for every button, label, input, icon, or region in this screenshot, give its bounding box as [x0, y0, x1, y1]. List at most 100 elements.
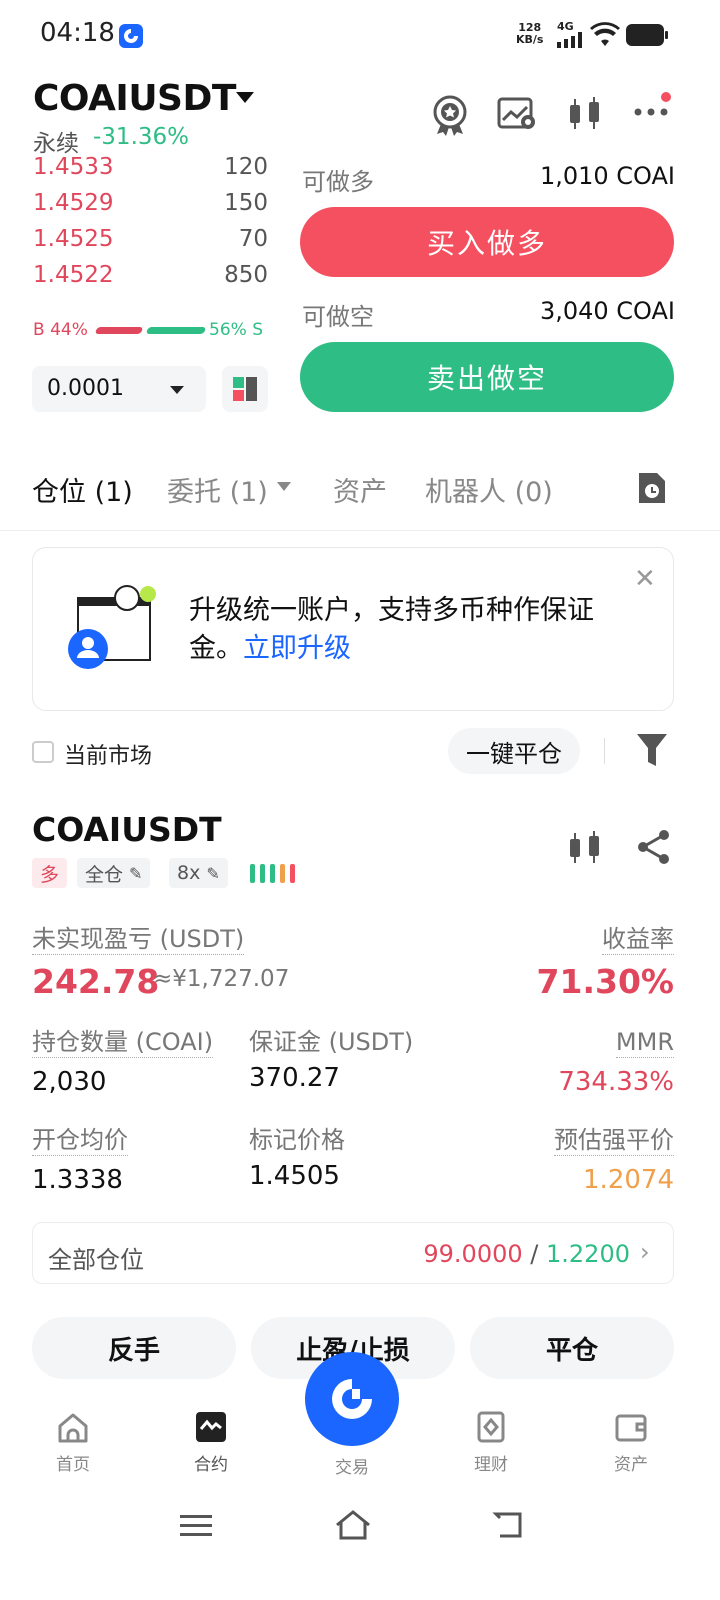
orderbook-layout-button[interactable] [222, 366, 268, 412]
unrealized-pnl-value: 242.78 [32, 962, 160, 1001]
adl-level-bar [260, 864, 265, 883]
buy-ratio-bar [94, 327, 144, 334]
mark-price-label: 标记价格 [249, 1126, 345, 1154]
buy-ratio: B 44% [33, 320, 88, 340]
candlestick-icon[interactable] [567, 96, 603, 136]
tab-orders[interactable]: 委托 (1) [167, 470, 268, 509]
candlestick-icon[interactable] [567, 830, 603, 870]
edit-icon: ✎ [129, 863, 143, 883]
orders-dropdown-icon[interactable] [277, 482, 291, 491]
chart-settings-icon[interactable] [497, 96, 537, 136]
liq-price-value: 1.2074 [583, 1165, 674, 1195]
adl-level-bar [270, 864, 275, 883]
trade-button[interactable] [305, 1352, 399, 1446]
nav-assets[interactable]: 资产 [586, 1410, 676, 1475]
unrealized-pnl-label[interactable]: 未实现盈亏 (USDT) [32, 924, 245, 955]
caret-down-icon [170, 386, 184, 394]
filter-icon[interactable] [636, 732, 668, 772]
unified-account-icon [66, 582, 162, 678]
ask-price[interactable]: 1.4533 [33, 154, 113, 180]
battery-icon [625, 23, 669, 51]
take-profit-price: 99.0000 [423, 1240, 523, 1268]
close-all-button[interactable]: 一键平仓 [448, 728, 580, 774]
roe-label[interactable]: 收益率 [602, 924, 674, 955]
nav-home[interactable]: 首页 [28, 1410, 118, 1475]
margin-label: 保证金 (USDT) [249, 1028, 414, 1056]
upgrade-now-link[interactable]: 立即升级 [243, 633, 351, 664]
ask-qty: 70 [238, 226, 268, 252]
all-positions-label: 全部仓位 [48, 1246, 144, 1274]
current-market-label: 当前市场 [64, 744, 153, 769]
network-speed: 128 KB/s [516, 21, 544, 46]
side-badge: 多 [32, 858, 68, 888]
ask-price[interactable]: 1.4529 [33, 190, 113, 216]
badge-icon[interactable] [430, 94, 470, 140]
sell-short-button[interactable]: 卖出做空 [300, 342, 674, 412]
back-icon[interactable] [492, 1510, 526, 1544]
tabs-divider [0, 530, 720, 531]
more-icon[interactable] [634, 92, 674, 126]
sell-ratio: 56% S [209, 320, 263, 340]
edit-icon: ✎ [206, 863, 220, 883]
mark-price-value: 1.4505 [249, 1161, 340, 1191]
nav-trade-label[interactable]: 交易 [305, 1453, 399, 1478]
size-label[interactable]: 持仓数量 (COAI) [32, 1027, 214, 1058]
adl-level-bar [250, 864, 255, 883]
ask-price[interactable]: 1.4525 [33, 226, 113, 252]
tab-bots[interactable]: 机器人 (0) [425, 470, 553, 509]
price-change: -31.36% [93, 124, 189, 150]
order-history-icon[interactable] [636, 470, 668, 510]
leverage-badge[interactable]: 8x ✎ [169, 858, 228, 888]
trade-logo-icon [332, 1379, 372, 1419]
margin-mode-badge[interactable]: 全仓 ✎ [77, 858, 151, 888]
ask-price[interactable]: 1.4522 [33, 262, 113, 288]
margin-value: 370.27 [249, 1063, 340, 1093]
stop-loss-price: 1.2200 [546, 1240, 630, 1268]
entry-price-value: 1.3338 [32, 1165, 123, 1195]
earn-icon [477, 1411, 505, 1443]
close-position-button[interactable]: 平仓 [470, 1317, 674, 1379]
contract-type: 永续 [33, 131, 79, 157]
current-market-checkbox[interactable] [32, 741, 54, 763]
all-positions-tpsl: 99.0000 / 1.2200 [423, 1240, 630, 1268]
price-step-value: 0.0001 [47, 376, 124, 401]
futures-icon [196, 1412, 226, 1442]
buy-long-button[interactable]: 买入做多 [300, 207, 674, 277]
wifi-icon [590, 22, 620, 52]
long-available-label: 可做多 [302, 168, 374, 196]
ask-qty: 150 [224, 190, 268, 216]
unrealized-pnl-cny: ≈¥1,727.07 [153, 966, 290, 992]
reverse-button[interactable]: 反手 [32, 1317, 236, 1379]
tab-assets[interactable]: 资产 [333, 470, 387, 509]
app-notification-icon [119, 24, 143, 48]
menu-icon[interactable] [180, 1512, 212, 1544]
symbol-title[interactable]: COAIUSDT [33, 78, 236, 119]
orderbook-layout-icon [233, 377, 257, 401]
tab-positions[interactable]: 仓位 (1) [32, 470, 133, 509]
entry-price-label[interactable]: 开仓均价 [32, 1125, 128, 1156]
ask-qty: 850 [224, 262, 268, 288]
close-icon[interactable]: ✕ [634, 564, 656, 594]
wallet-icon [615, 1414, 647, 1442]
position-symbol[interactable]: COAIUSDT [32, 810, 222, 849]
signal-icon [557, 32, 585, 52]
sell-ratio-bar [145, 327, 207, 334]
long-available-value: 1,010 COAI [539, 162, 675, 190]
liq-price-label[interactable]: 预估强平价 [554, 1125, 674, 1156]
roe-value: 71.30% [536, 962, 674, 1001]
mmr-value: 734.33% [558, 1067, 674, 1097]
short-available-label: 可做空 [302, 303, 374, 331]
nav-futures[interactable]: 合约 [166, 1410, 256, 1475]
adl-level-bar [290, 864, 295, 883]
symbol-dropdown-icon[interactable] [236, 92, 254, 103]
ask-qty: 120 [224, 154, 268, 180]
mmr-label[interactable]: MMR [615, 1027, 674, 1058]
short-available-value: 3,040 COAI [539, 297, 675, 325]
nav-earn[interactable]: 理财 [446, 1410, 536, 1475]
size-value: 2,030 [32, 1067, 107, 1097]
share-icon[interactable] [636, 829, 672, 869]
home-system-icon[interactable] [334, 1508, 372, 1546]
adl-level-bar [280, 864, 285, 883]
upgrade-banner-text: 升级统一账户，支持多币种作保证金。立即升级 [189, 595, 594, 664]
status-time: 04:18 [40, 18, 115, 48]
